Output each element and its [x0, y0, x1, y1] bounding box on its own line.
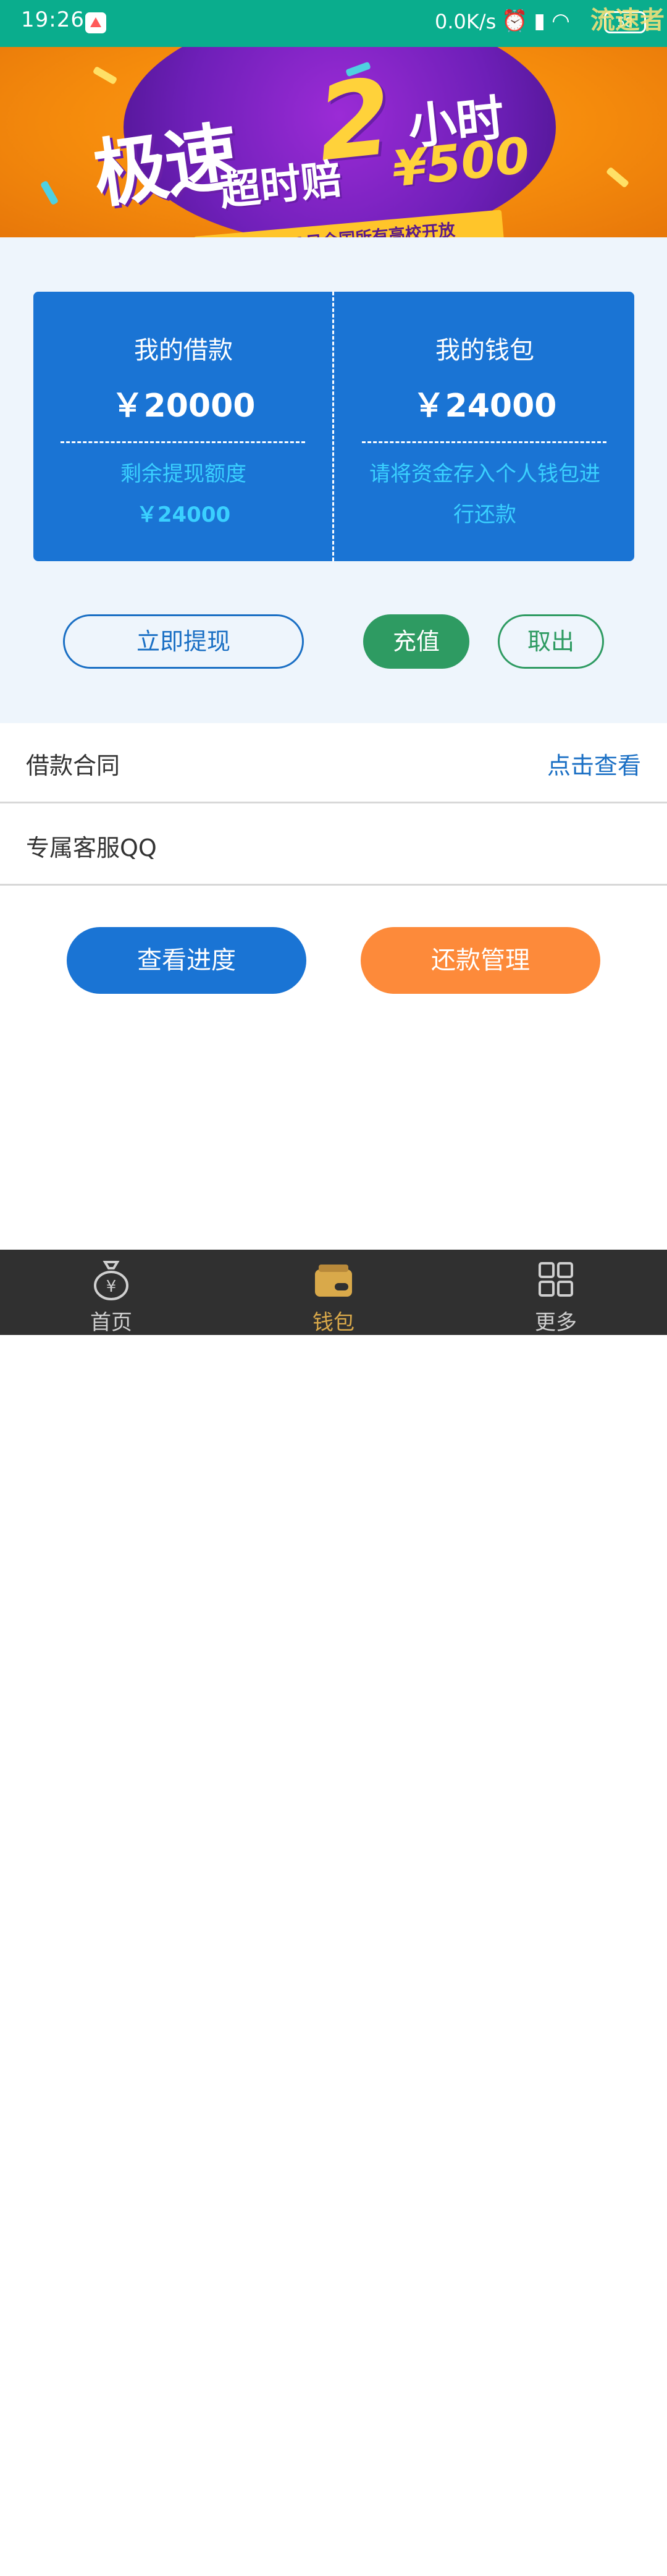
status-time: 19:26 — [21, 7, 85, 32]
money-bag-icon: ¥ — [94, 1261, 128, 1300]
loan-sub-label: 剩余提现额度 — [120, 462, 246, 486]
signal-icon: ▮ — [534, 9, 552, 33]
recharge-button[interactable]: 充值 — [363, 614, 469, 669]
grid-icon — [539, 1262, 573, 1297]
contract-view-link[interactable]: 点击查看 — [547, 747, 641, 781]
take-out-button[interactable]: 取出 — [498, 614, 604, 669]
blackcat-watermark-sub: BLACK CAT — [543, 2559, 642, 2576]
loan-rule — [61, 441, 305, 443]
svg-text:¥: ¥ — [106, 1277, 117, 1296]
wallet-amount: ￥24000 — [413, 388, 557, 425]
nav-item-home[interactable]: ¥ 首页 — [0, 1250, 222, 1335]
app-notification-icon — [85, 12, 106, 33]
nav-label-wallet: 钱包 — [313, 1310, 354, 1335]
wallet-title: 我的钱包 — [435, 336, 534, 365]
confetti — [92, 66, 118, 85]
promo-banner[interactable]: 极速 2 小时 超时赔 ¥500 10月21日全国所有高校开放 — [0, 47, 667, 237]
wifi-icon: ◠ — [552, 9, 576, 33]
nav-item-wallet[interactable]: 钱包 — [222, 1250, 445, 1335]
wallet-icon — [315, 1265, 352, 1297]
bottom-nav: ¥ 首页 钱包 更多 黑猫 BLACK CAT — [0, 1250, 667, 2576]
contract-row[interactable]: 借款合同 点击查看 — [0, 723, 667, 803]
status-bar: 19:26 0.0K/s ⏰▮◠ 58 流速者 — [0, 0, 667, 47]
loan-title: 我的借款 — [134, 336, 233, 365]
nav-label-home: 首页 — [90, 1310, 132, 1335]
loan-amount: ￥20000 — [111, 388, 256, 425]
network-speed: 0.0K/s — [435, 10, 497, 33]
loan-sub-value: ￥24000 — [136, 502, 231, 527]
contract-label: 借款合同 — [26, 752, 120, 779]
status-icons: ⏰▮◠ — [501, 9, 576, 33]
wallet-rule — [362, 441, 606, 443]
withdraw-button[interactable]: 立即提现 — [63, 614, 304, 669]
qq-service-row[interactable]: 专属客服QQ — [0, 805, 667, 886]
nav-item-more[interactable]: 更多 — [445, 1250, 667, 1335]
repayment-button[interactable]: 还款管理 — [361, 927, 600, 994]
nav-label-more: 更多 — [535, 1310, 577, 1335]
alarm-icon: ⏰ — [501, 9, 534, 33]
view-progress-button[interactable]: 查看进度 — [67, 927, 306, 994]
account-card: 我的借款 ￥20000 剩余提现额度 ￥24000 我的钱包 ￥24000 请将… — [33, 292, 634, 561]
confetti — [40, 180, 59, 206]
wallet-sub-line1: 请将资金存入个人钱包进 — [369, 462, 600, 486]
watermark-text: 流速者 — [590, 6, 665, 35]
qq-service-label: 专属客服QQ — [26, 834, 157, 862]
wallet-sub-line2: 行还款 — [453, 502, 516, 527]
confetti — [605, 166, 630, 189]
